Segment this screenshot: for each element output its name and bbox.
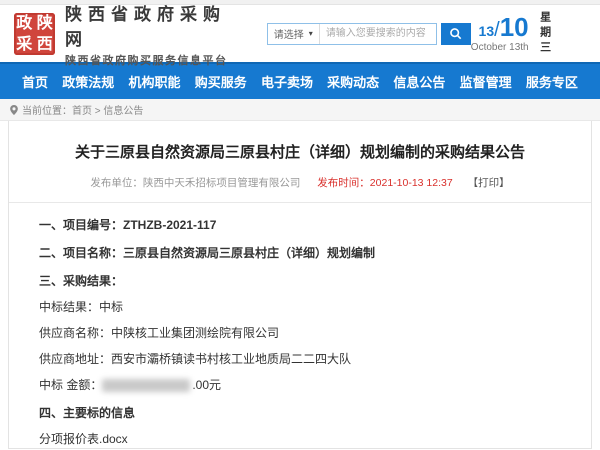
article-panel: 关于三原县自然资源局三原县村庄（详细）规划编制的采购结果公告 发布单位：陕西中天… bbox=[8, 121, 592, 449]
search-area: 请选择 ▾ bbox=[267, 23, 471, 45]
bid-amount-suffix: .00元 bbox=[192, 378, 221, 392]
date-widget: 13/10 October 13th 星期三 bbox=[471, 11, 586, 56]
publish-time: 2021-10-13 12:37 bbox=[370, 177, 453, 189]
project-number-line: 一、项目编号：ZTHZB-2021-117 bbox=[39, 217, 561, 234]
search-box: 请选择 ▾ bbox=[267, 23, 437, 45]
nav-item-home[interactable]: 首页 bbox=[22, 72, 48, 91]
article-meta: 发布单位：陕西中天禾招标项目管理有限公司 发布时间：2021-10-13 12:… bbox=[39, 175, 561, 190]
nav-item-supervision[interactable]: 监督管理 bbox=[460, 72, 512, 91]
redacted-amount bbox=[102, 379, 190, 392]
result-heading-line: 三、采购结果： bbox=[39, 273, 561, 290]
breadcrumb-text[interactable]: 当前位置：首页 > 信息公告 bbox=[22, 102, 143, 117]
main-nav: 首页 政策法规 机构职能 购买服务 电子卖场 采购动态 信息公告 监督管理 服务… bbox=[0, 62, 600, 99]
article-body: 一、项目编号：ZTHZB-2021-117 二、项目名称：三原县自然资源局三原县… bbox=[39, 217, 561, 450]
nav-item-e-mall[interactable]: 电子卖场 bbox=[261, 72, 313, 91]
nav-item-purchase-services[interactable]: 购买服务 bbox=[195, 72, 247, 91]
project-name-line: 二、项目名称：三原县自然资源局三原县村庄（详细）规划编制 bbox=[39, 245, 561, 262]
date-english: October 13th bbox=[471, 42, 529, 53]
supplier-name-line: 供应商名称：中陕核工业集团测绘院有限公司 bbox=[39, 325, 561, 342]
divider bbox=[9, 202, 591, 203]
site-title: 陕西省政府采购网 bbox=[65, 0, 245, 50]
location-pin-icon bbox=[10, 105, 18, 115]
page-title: 关于三原县自然资源局三原县村庄（详细）规划编制的采购结果公告 bbox=[39, 141, 561, 162]
publish-time-label: 发布时间： bbox=[317, 177, 370, 189]
nav-item-policies[interactable]: 政策法规 bbox=[62, 72, 114, 91]
nav-item-service-zone[interactable]: 服务专区 bbox=[526, 72, 578, 91]
nav-item-procurement-news[interactable]: 采购动态 bbox=[327, 72, 379, 91]
chevron-down-icon: ▾ bbox=[309, 29, 313, 38]
search-button[interactable] bbox=[441, 23, 471, 45]
search-input[interactable] bbox=[320, 24, 436, 44]
nav-item-functions[interactable]: 机构职能 bbox=[128, 72, 180, 91]
site-logo[interactable]: 政 陕 采 西 bbox=[14, 13, 55, 55]
logo-char: 采 bbox=[14, 34, 35, 55]
logo-char: 西 bbox=[35, 34, 56, 55]
supplier-address-line: 供应商地址：西安市灞桥镇读书村核工业地质局二二四大队 bbox=[39, 351, 561, 368]
search-category-label: 请选择 bbox=[274, 26, 304, 41]
logo-char: 政 bbox=[14, 13, 35, 34]
search-icon bbox=[449, 27, 462, 40]
date-month: 10 bbox=[500, 12, 529, 42]
nav-item-announcements[interactable]: 信息公告 bbox=[393, 72, 445, 91]
weekday-label: 星期三 bbox=[537, 11, 553, 56]
logo-char: 陕 bbox=[35, 13, 56, 34]
bid-amount-line: 中标 金额： .00元 bbox=[39, 377, 561, 394]
site-titles: 陕西省政府采购网 陕西省政府购买服务信息平台 bbox=[65, 0, 245, 68]
subject-heading-line: 四、主要标的信息 bbox=[39, 405, 561, 422]
attachment-link[interactable]: 分项报价表.docx bbox=[39, 431, 561, 448]
bid-amount-prefix: 中标 金额： bbox=[39, 378, 102, 392]
bid-result-line: 中标结果：中标 bbox=[39, 299, 561, 316]
site-header: 政 陕 采 西 陕西省政府采购网 陕西省政府购买服务信息平台 请选择 ▾ 13/… bbox=[0, 5, 600, 62]
search-category-select[interactable]: 请选择 ▾ bbox=[268, 24, 320, 44]
site-subtitle: 陕西省政府购买服务信息平台 bbox=[65, 52, 245, 68]
publisher-label: 发布单位：陕西中天禾招标项目管理有限公司 bbox=[90, 177, 300, 189]
date-numbers: 13/10 bbox=[471, 14, 529, 40]
print-button[interactable]: 【打印】 bbox=[468, 177, 510, 189]
date-day: 13 bbox=[479, 23, 495, 39]
breadcrumb: 当前位置：首页 > 信息公告 bbox=[0, 99, 600, 121]
